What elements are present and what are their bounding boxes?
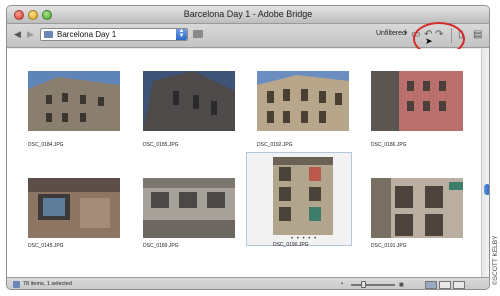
photo-thumbnail[interactable] bbox=[28, 178, 120, 238]
thumbnail-size-slider[interactable] bbox=[351, 284, 395, 286]
thumbnail-filename: DSC_0186.JPG bbox=[371, 142, 407, 148]
thumbnail-cell-selected[interactable]: • • • • • DSC_0190.JPG bbox=[246, 152, 352, 248]
thumbnail-cell[interactable]: DSC_0189.JPG bbox=[138, 162, 244, 256]
thumbnail-cell[interactable]: DSC_0191.JPG bbox=[366, 162, 472, 256]
view-details-button[interactable] bbox=[439, 281, 451, 289]
thumbnail-filename: DSC_0145.JPG bbox=[28, 243, 64, 249]
path-dropdown[interactable]: Barcelona Day 1 ▲ ▼ bbox=[40, 28, 188, 41]
path-label: Barcelona Day 1 bbox=[57, 30, 117, 39]
thumbnail-cell[interactable]: DSC_0186.JPG bbox=[366, 61, 472, 155]
thumbnail-filename: DSC_0190.JPG bbox=[273, 242, 309, 248]
folder-icon bbox=[44, 31, 53, 38]
chevron-down-icon[interactable]: ▾ bbox=[404, 29, 408, 37]
thumbnail-cell[interactable]: DSC_0192.JPG bbox=[252, 61, 358, 155]
bridge-window: Barcelona Day 1 - Adobe Bridge ◀ ▶ Barce… bbox=[6, 5, 490, 290]
thumbnail-size-small-icon[interactable]: ▪ bbox=[341, 281, 343, 287]
mouse-cursor-icon: ➤ bbox=[425, 36, 433, 46]
copyright-watermark: ©SCOTT KELBY bbox=[492, 235, 499, 285]
thumbnail-filename: DSC_0192.JPG bbox=[257, 142, 293, 148]
thumbnail-cell[interactable]: DSC_0184.JPG bbox=[23, 61, 129, 155]
view-thumbnails-button[interactable] bbox=[425, 281, 437, 289]
window-title: Barcelona Day 1 - Adobe Bridge bbox=[183, 9, 313, 19]
photo-thumbnail[interactable] bbox=[371, 178, 463, 238]
reveal-folder-icon[interactable] bbox=[193, 30, 203, 38]
forward-arrow-icon[interactable]: ▶ bbox=[25, 29, 36, 40]
photo-thumbnail[interactable] bbox=[28, 71, 120, 131]
thumbnail-size-large-icon[interactable]: ■ bbox=[399, 280, 404, 289]
thumbnail-cell[interactable]: DSC_0145.JPG bbox=[23, 162, 129, 256]
status-text: 78 items, 1 selected bbox=[23, 281, 72, 287]
dropdown-arrows-icon[interactable]: ▲ ▼ bbox=[176, 28, 187, 40]
folder-status-icon bbox=[13, 281, 20, 288]
thumbnail-filename: DSC_0184.JPG bbox=[28, 142, 64, 148]
thumbnail-filename: DSC_0185.JPG bbox=[143, 142, 179, 148]
status-bar: 78 items, 1 selected ▪ ■ bbox=[7, 277, 489, 289]
title-bar: Barcelona Day 1 - Adobe Bridge bbox=[7, 6, 489, 24]
content-panel: DSC_0184.JPG DSC_0185.JPG DSC_0192.JPG D… bbox=[7, 49, 481, 277]
photo-thumbnail[interactable] bbox=[371, 71, 463, 131]
thumbnail-cell[interactable]: DSC_0185.JPG bbox=[138, 61, 244, 155]
filter-dropdown[interactable]: Unfiltered bbox=[376, 30, 406, 37]
photo-thumbnail[interactable] bbox=[257, 71, 349, 131]
recent-files-icon[interactable]: ▤ bbox=[473, 29, 482, 41]
vertical-scrollbar[interactable] bbox=[481, 49, 489, 277]
back-arrow-icon[interactable]: ◀ bbox=[12, 29, 23, 40]
thumbnail-filename: DSC_0189.JPG bbox=[143, 243, 179, 249]
toolbar: ◀ ▶ Barcelona Day 1 ▲ ▼ Unfiltered ▾ ▭ ↶ … bbox=[7, 22, 489, 56]
scroll-thumb[interactable] bbox=[484, 184, 489, 195]
view-list-button[interactable] bbox=[453, 281, 465, 289]
photo-thumbnail[interactable] bbox=[143, 71, 235, 131]
thumbnail-size-slider-knob[interactable] bbox=[361, 281, 366, 288]
thumbnail-filename: DSC_0191.JPG bbox=[371, 243, 407, 249]
photo-thumbnail[interactable] bbox=[143, 178, 235, 238]
photo-thumbnail[interactable] bbox=[273, 157, 333, 235]
